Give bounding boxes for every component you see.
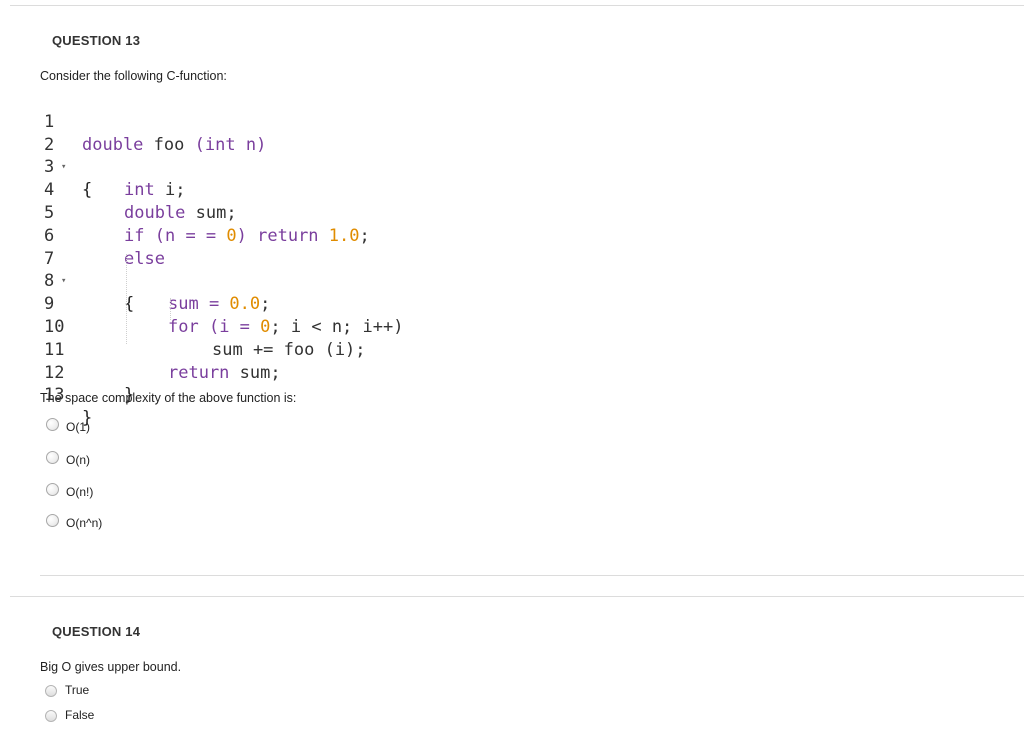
code-line-11: 11 return sum;	[40, 316, 81, 339]
indent-guide	[170, 298, 171, 320]
code-keyword: for	[168, 317, 199, 337]
indent-guide	[126, 254, 127, 344]
radio-option-on[interactable]	[46, 451, 59, 464]
code-text: sum += foo (i);	[212, 340, 366, 360]
question-13-text: The space complexity of the above functi…	[40, 391, 296, 405]
code-line-12: 12 }	[40, 339, 81, 362]
code-line-7: 7 ▾ {	[40, 225, 81, 248]
code-punct: (	[195, 135, 205, 155]
code-line-10: 10 sum += foo (i);	[40, 293, 81, 316]
code-punct: )	[256, 135, 266, 155]
code-text: sum =	[168, 294, 229, 314]
code-line-6: 6 else	[40, 202, 81, 225]
option-label[interactable]: O(n^n)	[66, 516, 102, 530]
question-13-title: QUESTION 13	[52, 33, 140, 48]
code-number: 1.0	[329, 226, 360, 246]
code-line-13: 13 }	[40, 362, 81, 385]
code-line-8: 8 sum = 0.0;	[40, 248, 81, 271]
code-line-9: 9 for (i = 0; i < n; i++)	[40, 270, 81, 293]
code-identifier: foo	[154, 135, 185, 155]
code-number: 0	[260, 317, 270, 337]
code-text: )	[237, 226, 257, 246]
radio-option-onn[interactable]	[46, 514, 59, 527]
code-text: sum;	[196, 203, 237, 223]
option-label[interactable]: O(n!)	[66, 485, 93, 499]
code-line-4: 4 double sum;	[40, 156, 81, 179]
code-keyword: double	[82, 135, 143, 155]
option-label[interactable]: False	[65, 708, 94, 722]
radio-option-o1[interactable]	[46, 418, 59, 431]
option-label[interactable]: O(n)	[66, 453, 90, 467]
code-text: {	[82, 179, 92, 202]
code-keyword: else	[124, 249, 165, 269]
radio-option-onfact[interactable]	[46, 483, 59, 496]
question-14-title: QUESTION 14	[52, 624, 140, 639]
code-text: ;	[260, 294, 270, 314]
code-text: (i =	[209, 317, 260, 337]
code-line-1: 1 double foo (int n)	[40, 88, 81, 111]
code-keyword: int	[205, 135, 236, 155]
radio-option-true[interactable]	[45, 685, 57, 697]
code-text: sum;	[240, 363, 281, 383]
code-keyword: int	[124, 180, 155, 200]
answer-divider	[40, 575, 1024, 576]
question-13-prompt: Consider the following C-function:	[40, 69, 227, 83]
code-text: (n = =	[155, 226, 227, 246]
code-number: 0	[226, 226, 236, 246]
code-line-2: 2 ▾ {	[40, 111, 81, 134]
code-text: i;	[165, 180, 185, 200]
code-identifier: n	[246, 135, 256, 155]
question-14-prompt: Big O gives upper bound.	[40, 660, 181, 674]
code-line-3: 3 int i;	[40, 134, 81, 157]
code-editor: 1 double foo (int n) 2 ▾ { 3 int i; 4 do…	[40, 88, 81, 384]
code-text: ;	[360, 226, 370, 246]
option-label[interactable]: O(1)	[66, 420, 90, 434]
option-label[interactable]: True	[65, 683, 89, 697]
top-divider	[10, 5, 1024, 6]
code-number: 0.0	[229, 294, 260, 314]
code-keyword: double	[124, 203, 185, 223]
radio-option-false[interactable]	[45, 710, 57, 722]
question-divider	[10, 596, 1024, 597]
code-line-5: 5 if (n = = 0) return 1.0;	[40, 179, 81, 202]
code-keyword: if	[124, 226, 144, 246]
code-text: ; i < n; i++)	[270, 317, 403, 337]
code-keyword: return	[257, 226, 318, 246]
code-keyword: return	[168, 363, 229, 383]
